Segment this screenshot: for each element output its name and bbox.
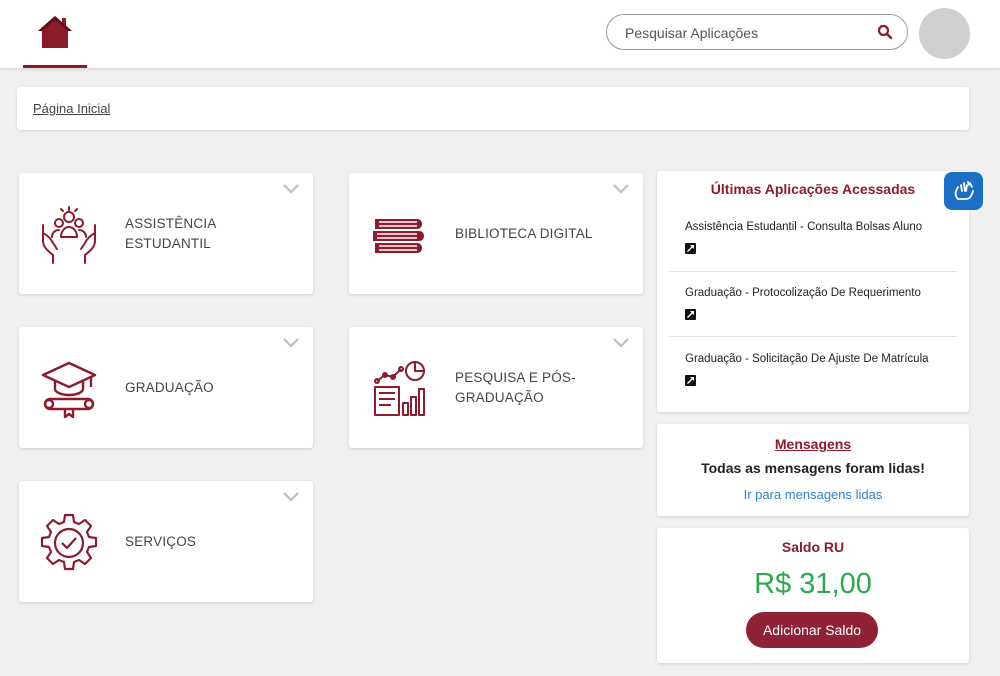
divider — [669, 336, 957, 337]
home-button[interactable] — [23, 0, 87, 68]
recent-apps-panel: Últimas Aplicações Acessadas Assistência… — [657, 171, 969, 412]
home-active-indicator — [23, 65, 87, 68]
app-card-label: ASSISTÊNCIA ESTUDANTIL — [125, 215, 216, 251]
home-icon — [38, 16, 72, 48]
app-card-label: PESQUISA E PÓS-GRADUAÇÃO — [455, 369, 576, 405]
app-card-label: SERVIÇOS — [125, 533, 197, 549]
app-card-assistencia-estudantil[interactable]: ASSISTÊNCIA ESTUDANTIL — [19, 173, 313, 294]
breadcrumb: Página Inicial — [17, 87, 969, 130]
external-link-icon[interactable] — [685, 375, 696, 386]
recent-app-label[interactable]: Graduação - Protocolização De Requerimen… — [685, 287, 921, 299]
messages-status: Todas as mensagens foram lidas! — [701, 460, 925, 476]
graduation-cap-icon — [41, 361, 97, 419]
external-link-icon[interactable] — [685, 243, 696, 254]
top-bar — [0, 0, 1000, 68]
messages-title-link[interactable]: Mensagens — [657, 436, 969, 452]
add-balance-button[interactable]: Adicionar Saldo — [746, 612, 878, 648]
search-box — [606, 14, 908, 50]
app-card-servicos[interactable]: SERVIÇOS — [19, 481, 313, 602]
balance-value: R$ 31,00 — [754, 568, 872, 600]
external-link-icon[interactable] — [685, 309, 696, 320]
recent-app-label[interactable]: Assistência Estudantil - Consulta Bolsas… — [685, 221, 922, 233]
app-card-graduacao[interactable]: GRADUAÇÃO — [19, 327, 313, 448]
avatar[interactable] — [919, 8, 970, 59]
app-card-pesquisa-pos-graduacao[interactable]: PESQUISA E PÓS-GRADUAÇÃO — [349, 327, 643, 448]
recent-app-label[interactable]: Graduação - Solicitação De Ajuste De Mat… — [685, 353, 929, 365]
books-icon — [373, 219, 424, 253]
breadcrumb-home-link[interactable]: Página Inicial — [33, 101, 110, 116]
recent-app-item[interactable]: Graduação - Solicitação De Ajuste De Mat… — [669, 345, 957, 411]
recent-app-item[interactable]: Assistência Estudantil - Consulta Bolsas… — [669, 213, 957, 279]
app-card-biblioteca-digital[interactable]: BIBLIOTECA DIGITAL — [349, 173, 643, 294]
sign-language-icon — [954, 181, 974, 200]
balance-panel: Saldo RU R$ 31,00 Adicionar Saldo — [657, 528, 969, 663]
balance-title: Saldo RU — [781, 539, 845, 555]
app-card-label: BIBLIOTECA DIGITAL — [455, 225, 593, 241]
search-icon[interactable] — [877, 24, 893, 40]
read-messages-link[interactable]: Ir para mensagens lidas — [657, 487, 969, 502]
student-assistance-icon — [42, 206, 96, 264]
search-input[interactable] — [625, 23, 865, 43]
messages-panel: Mensagens Todas as mensagens foram lidas… — [657, 424, 969, 516]
research-chart-icon — [374, 361, 425, 416]
app-card-label: GRADUAÇÃO — [125, 379, 214, 395]
services-gear-icon — [40, 513, 98, 571]
accessibility-button[interactable] — [944, 172, 983, 210]
recent-apps-title: Últimas Aplicações Acessadas — [710, 181, 916, 197]
divider — [669, 271, 957, 272]
